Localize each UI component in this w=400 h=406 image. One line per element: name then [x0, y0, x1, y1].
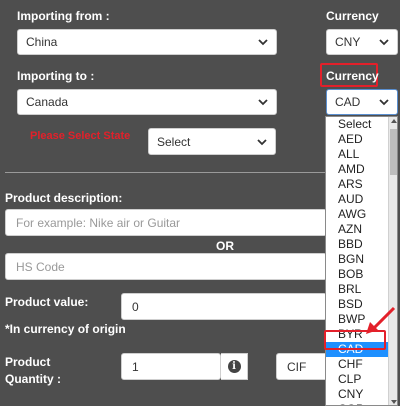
- product-quantity-label-line1: Product: [5, 355, 51, 369]
- or-separator: OR: [216, 239, 234, 253]
- currency-option-azn[interactable]: AZN: [326, 222, 388, 237]
- import-to-country-select[interactable]: Canada: [17, 89, 277, 115]
- currency-option-clp[interactable]: CLP: [326, 372, 388, 387]
- chevron-down-icon: [258, 39, 268, 46]
- currency-option-chf[interactable]: CHF: [326, 357, 388, 372]
- dropdown-scrollbar[interactable]: [388, 117, 398, 405]
- info-icon: i: [227, 360, 241, 373]
- import-to-country-value: Canada: [26, 95, 69, 109]
- currency-option-bbd[interactable]: BBD: [326, 237, 388, 252]
- select-state-warning: Please Select State: [30, 130, 131, 142]
- chevron-down-icon: [257, 138, 267, 145]
- currency-option-bgn[interactable]: BGN: [326, 252, 388, 267]
- currency-option-cny[interactable]: CNY: [326, 387, 388, 402]
- currency-from-label: Currency: [326, 9, 379, 23]
- import-from-country-value: China: [26, 35, 58, 49]
- product-quantity-input[interactable]: 1: [121, 353, 221, 380]
- currency-option-awg[interactable]: AWG: [326, 207, 388, 222]
- currency-option-amd[interactable]: AMD: [326, 162, 388, 177]
- dropdown-scrollbar-thumb[interactable]: [390, 129, 397, 175]
- currency-option-select[interactable]: Select: [326, 117, 388, 132]
- currency-to-value: CAD: [335, 95, 361, 109]
- product-description-label: Product description:: [5, 191, 123, 205]
- importing-from-label: Importing from :: [17, 9, 110, 23]
- currency-option-ars[interactable]: ARS: [326, 177, 388, 192]
- chevron-down-icon: [379, 99, 389, 106]
- currency-option-cop[interactable]: COP: [326, 402, 388, 405]
- currency-option-brl[interactable]: BRL: [326, 282, 388, 297]
- hs-code-input[interactable]: HS Code: [5, 253, 327, 280]
- chevron-down-icon: [258, 99, 268, 106]
- currency-of-origin-note: *In currency of origin: [5, 322, 126, 336]
- currency-from-select[interactable]: CNY: [326, 29, 398, 55]
- importing-to-label: Importing to :: [17, 69, 95, 83]
- product-quantity-label-line2: Quantity :: [5, 372, 61, 386]
- section-divider: [5, 172, 325, 173]
- red-arrow-icon: [366, 306, 396, 334]
- currency-to-label: Currency: [326, 69, 379, 83]
- quantity-info-button[interactable]: i: [221, 353, 248, 380]
- incoterm-select[interactable]: CIF: [276, 353, 328, 380]
- state-select[interactable]: Select: [148, 128, 276, 155]
- currency-to-select[interactable]: CAD: [326, 89, 398, 115]
- currency-option-bob[interactable]: BOB: [326, 267, 388, 282]
- import-from-country-select[interactable]: China: [17, 29, 277, 55]
- product-value-input[interactable]: 0: [121, 293, 327, 320]
- product-value-label: Product value:: [5, 295, 89, 309]
- currency-option-aud[interactable]: AUD: [326, 192, 388, 207]
- currency-dropdown-list[interactable]: Select AED ALL AMD ARS AUD AWG AZN BBD BGN BOB BRL B…: [325, 116, 398, 406]
- currency-option-all[interactable]: ALL: [326, 147, 388, 162]
- currency-option-aed[interactable]: AED: [326, 132, 388, 147]
- currency-from-value: CNY: [335, 35, 361, 49]
- state-select-value: Select: [157, 134, 191, 149]
- scroll-down-icon[interactable]: [390, 399, 398, 405]
- chevron-down-icon: [379, 39, 389, 46]
- scroll-up-icon[interactable]: [390, 118, 398, 124]
- product-description-input[interactable]: For example: Nike air or Guitar: [5, 209, 327, 236]
